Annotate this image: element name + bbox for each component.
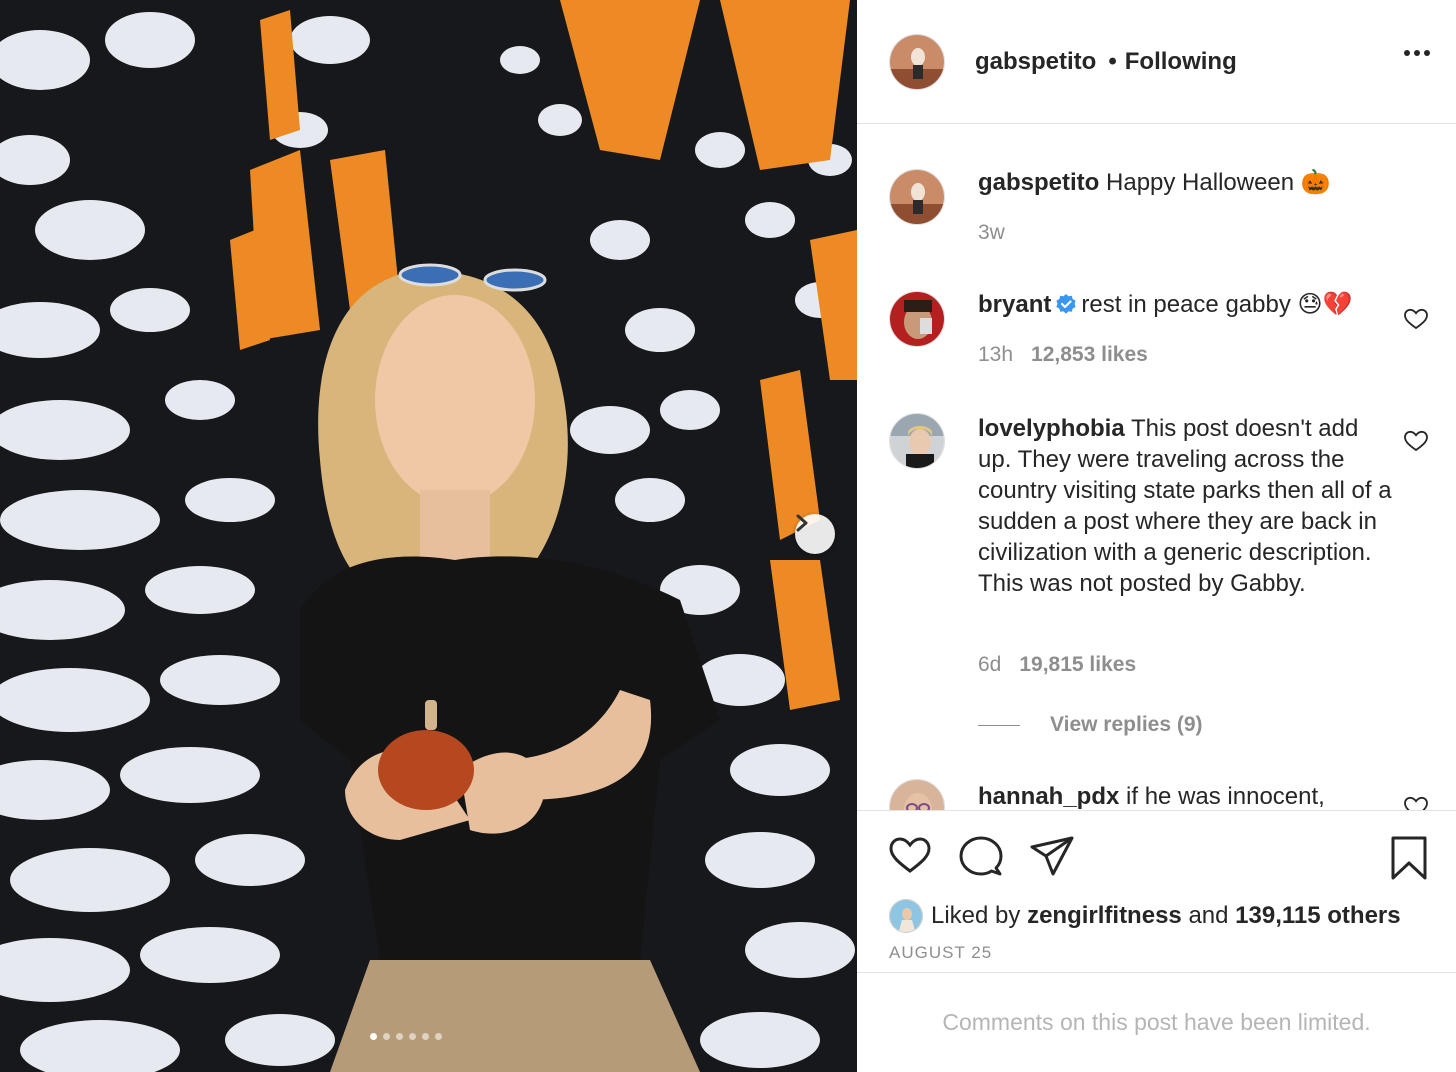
comments-limited-notice: Comments on this post have been limited. — [857, 972, 1456, 1072]
liked-by-prefix: Liked by — [931, 902, 1021, 929]
view-replies-label: View replies (9) — [1050, 713, 1203, 736]
author-username[interactable]: gabspetito — [975, 48, 1096, 76]
post-header: gabspetito • Following — [857, 0, 1456, 124]
more-options-icon[interactable] — [1404, 50, 1430, 56]
comment-likes[interactable]: 19,815 likes — [1019, 653, 1136, 676]
post-actions: Liked by zengirlfitness and 139,115 othe… — [857, 810, 1456, 972]
comment-body: rest in peace gabby 😓💔 — [1081, 291, 1353, 318]
comment-likes[interactable]: 12,853 likes — [1031, 343, 1148, 366]
liked-by-user[interactable]: zengirlfitness — [1027, 902, 1182, 930]
author-avatar[interactable] — [889, 33, 945, 90]
carousel-dot — [409, 1033, 416, 1040]
caption-time[interactable]: 3w — [978, 221, 1005, 244]
caption-meta: 3w — [978, 221, 1005, 245]
caption-avatar[interactable] — [889, 169, 945, 225]
carousel-dot — [435, 1033, 442, 1040]
comment-body: This post doesn't add up. They were trav… — [978, 415, 1392, 597]
post-photo[interactable] — [0, 0, 857, 1072]
liked-by-others[interactable]: 139,115 others — [1235, 902, 1400, 930]
comment-body: if he was innocent, — [1126, 783, 1325, 810]
comment-time[interactable]: 13h — [978, 343, 1013, 366]
comment-bubble-icon[interactable] — [958, 835, 1004, 877]
follow-status-button[interactable]: Following — [1125, 48, 1237, 76]
photo-image — [0, 0, 857, 1072]
comment-meta: 13h 12,853 likes — [978, 343, 1148, 367]
verified-badge-icon — [1056, 294, 1076, 314]
carousel-dot — [370, 1033, 377, 1040]
comment-like-heart-icon[interactable] — [1403, 795, 1429, 810]
liked-by-and: and — [1188, 902, 1229, 929]
liker-avatar[interactable] — [889, 899, 923, 933]
comment-username[interactable]: bryant — [978, 291, 1051, 318]
comment-avatar[interactable] — [889, 291, 945, 347]
caption-body: Happy Halloween 🎃 — [1106, 169, 1331, 196]
comment-meta: 6d 19,815 likes — [978, 653, 1136, 677]
header-separator: • — [1108, 47, 1117, 75]
caption-text: gabspetito Happy Halloween 🎃 — [978, 167, 1398, 198]
chevron-right-icon — [796, 514, 808, 532]
comment-username[interactable]: hannah_pdx — [978, 783, 1119, 810]
caption-username[interactable]: gabspetito — [978, 169, 1099, 196]
post-side-panel: gabspetito • Following gabspetito Happy … — [857, 0, 1456, 1072]
comment-like-heart-icon[interactable] — [1403, 307, 1429, 331]
comment-time[interactable]: 6d — [978, 653, 1001, 676]
liked-by-summary: Liked by zengirlfitness and 139,115 othe… — [889, 899, 1401, 933]
comment-text: bryant rest in peace gabby 😓💔 — [978, 289, 1398, 320]
view-replies-button[interactable]: View replies (9) — [978, 713, 1203, 737]
save-bookmark-icon[interactable] — [1389, 835, 1429, 881]
comment-like-heart-icon[interactable] — [1403, 429, 1429, 453]
carousel-next-button[interactable] — [795, 514, 835, 554]
comments-list[interactable]: gabspetito Happy Halloween 🎃 3w bryant r… — [857, 125, 1456, 810]
comment-text: hannah_pdx if he was innocent, — [978, 781, 1398, 810]
carousel-dot — [383, 1033, 390, 1040]
comment-text: lovelyphobia This post doesn't add up. T… — [978, 413, 1398, 599]
replies-divider-line — [978, 724, 1020, 726]
carousel-indicator — [370, 1033, 442, 1040]
comment-avatar[interactable] — [889, 413, 945, 469]
like-heart-icon[interactable] — [888, 835, 932, 875]
share-paper-plane-icon[interactable] — [1029, 835, 1075, 877]
comment-avatar[interactable] — [889, 779, 945, 810]
carousel-dot — [422, 1033, 429, 1040]
post-date[interactable]: AUGUST 25 — [889, 943, 992, 963]
carousel-dot — [396, 1033, 403, 1040]
comment-username[interactable]: lovelyphobia — [978, 415, 1125, 442]
